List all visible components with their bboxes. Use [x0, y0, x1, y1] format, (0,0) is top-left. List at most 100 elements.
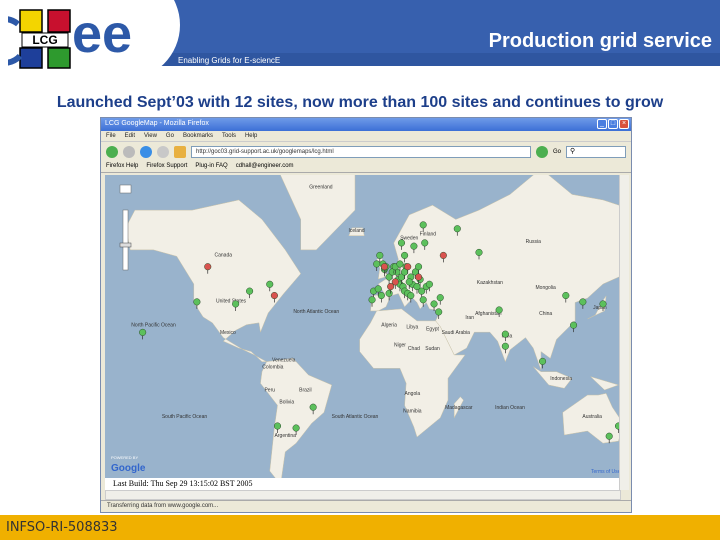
site-marker-green[interactable]: [501, 342, 509, 350]
site-marker-green[interactable]: [430, 300, 438, 308]
map-label: Argentina: [275, 433, 297, 439]
back-icon[interactable]: [106, 145, 118, 158]
bookmark-plugin-faq[interactable]: Plug-in FAQ: [195, 163, 227, 170]
tagline: Enabling Grids for E-sciencE: [178, 56, 281, 65]
site-marker-green[interactable]: [407, 291, 415, 300]
site-marker-green[interactable]: [232, 300, 240, 308]
menu-bookmarks[interactable]: Bookmarks: [183, 133, 213, 139]
map-label: Niger: [394, 342, 406, 348]
site-marker-green[interactable]: [373, 260, 381, 268]
site-marker-green[interactable]: [421, 239, 429, 247]
map-label: Brazil: [299, 388, 312, 394]
site-marker-green[interactable]: [435, 308, 443, 316]
map-label: Madagascar: [445, 405, 473, 411]
reload-icon[interactable]: [140, 145, 152, 158]
map-label: North Pacific Ocean: [131, 323, 176, 329]
site-marker-green[interactable]: [309, 403, 317, 411]
map-label: South Pacific Ocean: [162, 414, 208, 420]
site-marker-red[interactable]: [380, 263, 389, 271]
site-marker-green[interactable]: [385, 289, 393, 297]
map-label: Libya: [406, 324, 418, 330]
landmass-new-guinea: [590, 376, 620, 391]
map-label: Russia: [526, 239, 542, 245]
site-marker-green[interactable]: [139, 328, 147, 336]
zoom-slider-handle[interactable]: [119, 242, 132, 248]
url-input[interactable]: http://goc03.grid-support.ac.uk/googlema…: [191, 145, 531, 158]
pan-control[interactable]: [119, 184, 132, 194]
map-label: Iceland: [348, 228, 364, 234]
menu-view[interactable]: View: [144, 133, 157, 139]
menu-bar: File Edit View Go Bookmarks Tools Help: [101, 131, 631, 142]
site-marker-green[interactable]: [376, 251, 384, 259]
vertical-scrollbar[interactable]: [619, 175, 629, 490]
site-marker-green[interactable]: [605, 432, 613, 440]
map-label: North Atlantic Ocean: [293, 309, 339, 315]
site-marker-green[interactable]: [436, 294, 444, 302]
site-marker-green[interactable]: [193, 298, 201, 306]
site-marker-green[interactable]: [599, 300, 607, 308]
go-button[interactable]: Go: [553, 149, 561, 155]
site-marker-green[interactable]: [425, 280, 433, 288]
site-marker-green[interactable]: [377, 291, 385, 300]
search-input[interactable]: ⚲: [566, 145, 626, 158]
site-marker-green[interactable]: [292, 424, 300, 432]
terms-link[interactable]: Terms of Use: [591, 469, 621, 475]
map-label: Venezuela: [272, 358, 296, 364]
site-marker-green[interactable]: [266, 280, 274, 288]
site-marker-green[interactable]: [419, 296, 427, 304]
site-marker-green[interactable]: [397, 239, 406, 247]
menu-file[interactable]: File: [106, 133, 116, 139]
site-marker-red[interactable]: [387, 283, 395, 291]
menu-tools[interactable]: Tools: [222, 133, 236, 139]
site-marker-green[interactable]: [570, 321, 578, 329]
forward-icon[interactable]: [123, 145, 135, 158]
site-marker-green[interactable]: [415, 263, 423, 271]
map-label: Canada: [214, 252, 232, 258]
site-marker-red[interactable]: [439, 251, 447, 259]
menu-go[interactable]: Go: [166, 133, 174, 139]
site-marker-green[interactable]: [401, 251, 409, 259]
site-marker-red[interactable]: [404, 263, 412, 271]
site-marker-green[interactable]: [405, 278, 413, 286]
menu-edit[interactable]: Edit: [125, 133, 135, 139]
site-marker-green[interactable]: [495, 306, 503, 314]
world-map[interactable]: Greenland Canada United States North Pacifi…: [105, 175, 621, 478]
site-marker-green[interactable]: [501, 330, 509, 338]
site-marker-green[interactable]: [374, 285, 382, 293]
site-marker-red[interactable]: [204, 263, 212, 271]
site-marker-green[interactable]: [396, 260, 404, 268]
map-label: South Atlantic Ocean: [332, 414, 379, 420]
site-marker-green[interactable]: [579, 298, 587, 306]
map-label: China: [539, 311, 552, 317]
egee-logo: LCG ee: [8, 6, 132, 69]
site-marker-green[interactable]: [419, 221, 427, 229]
stop-icon[interactable]: [157, 145, 169, 158]
site-marker-green[interactable]: [246, 287, 254, 295]
map-label: Australia: [582, 414, 602, 420]
site-marker-green[interactable]: [410, 242, 418, 250]
site-marker-green[interactable]: [368, 296, 376, 304]
site-marker-green[interactable]: [453, 225, 461, 233]
site-marker-green[interactable]: [273, 422, 282, 430]
map-powered-by: POWERED BY: [111, 455, 138, 460]
site-marker-red[interactable]: [270, 291, 278, 300]
bookmark-email[interactable]: cdhall@engineer.com: [236, 163, 294, 170]
close-button[interactable]: ×: [619, 119, 629, 129]
go-icon[interactable]: [535, 145, 548, 158]
home-icon[interactable]: [174, 145, 186, 158]
bookmark-firefox-help[interactable]: Firefox Help: [106, 163, 138, 170]
maximize-button[interactable]: □: [608, 119, 618, 129]
site-marker-green[interactable]: [475, 248, 483, 256]
site-marker-red[interactable]: [415, 273, 423, 281]
map-label: Mexico: [220, 330, 236, 336]
menu-help[interactable]: Help: [245, 133, 257, 139]
site-marker-green[interactable]: [539, 357, 547, 365]
map-view[interactable]: Greenland Canada United States North Pacifi…: [105, 175, 621, 478]
zoom-slider[interactable]: [122, 209, 129, 271]
bookmark-firefox-support[interactable]: Firefox Support: [146, 163, 187, 170]
minimize-button[interactable]: _: [597, 119, 607, 129]
horizontal-scrollbar[interactable]: [105, 490, 621, 500]
map-label: Mongolia: [536, 285, 557, 291]
site-marker-green[interactable]: [562, 291, 570, 300]
map-label: Iran: [465, 315, 474, 321]
